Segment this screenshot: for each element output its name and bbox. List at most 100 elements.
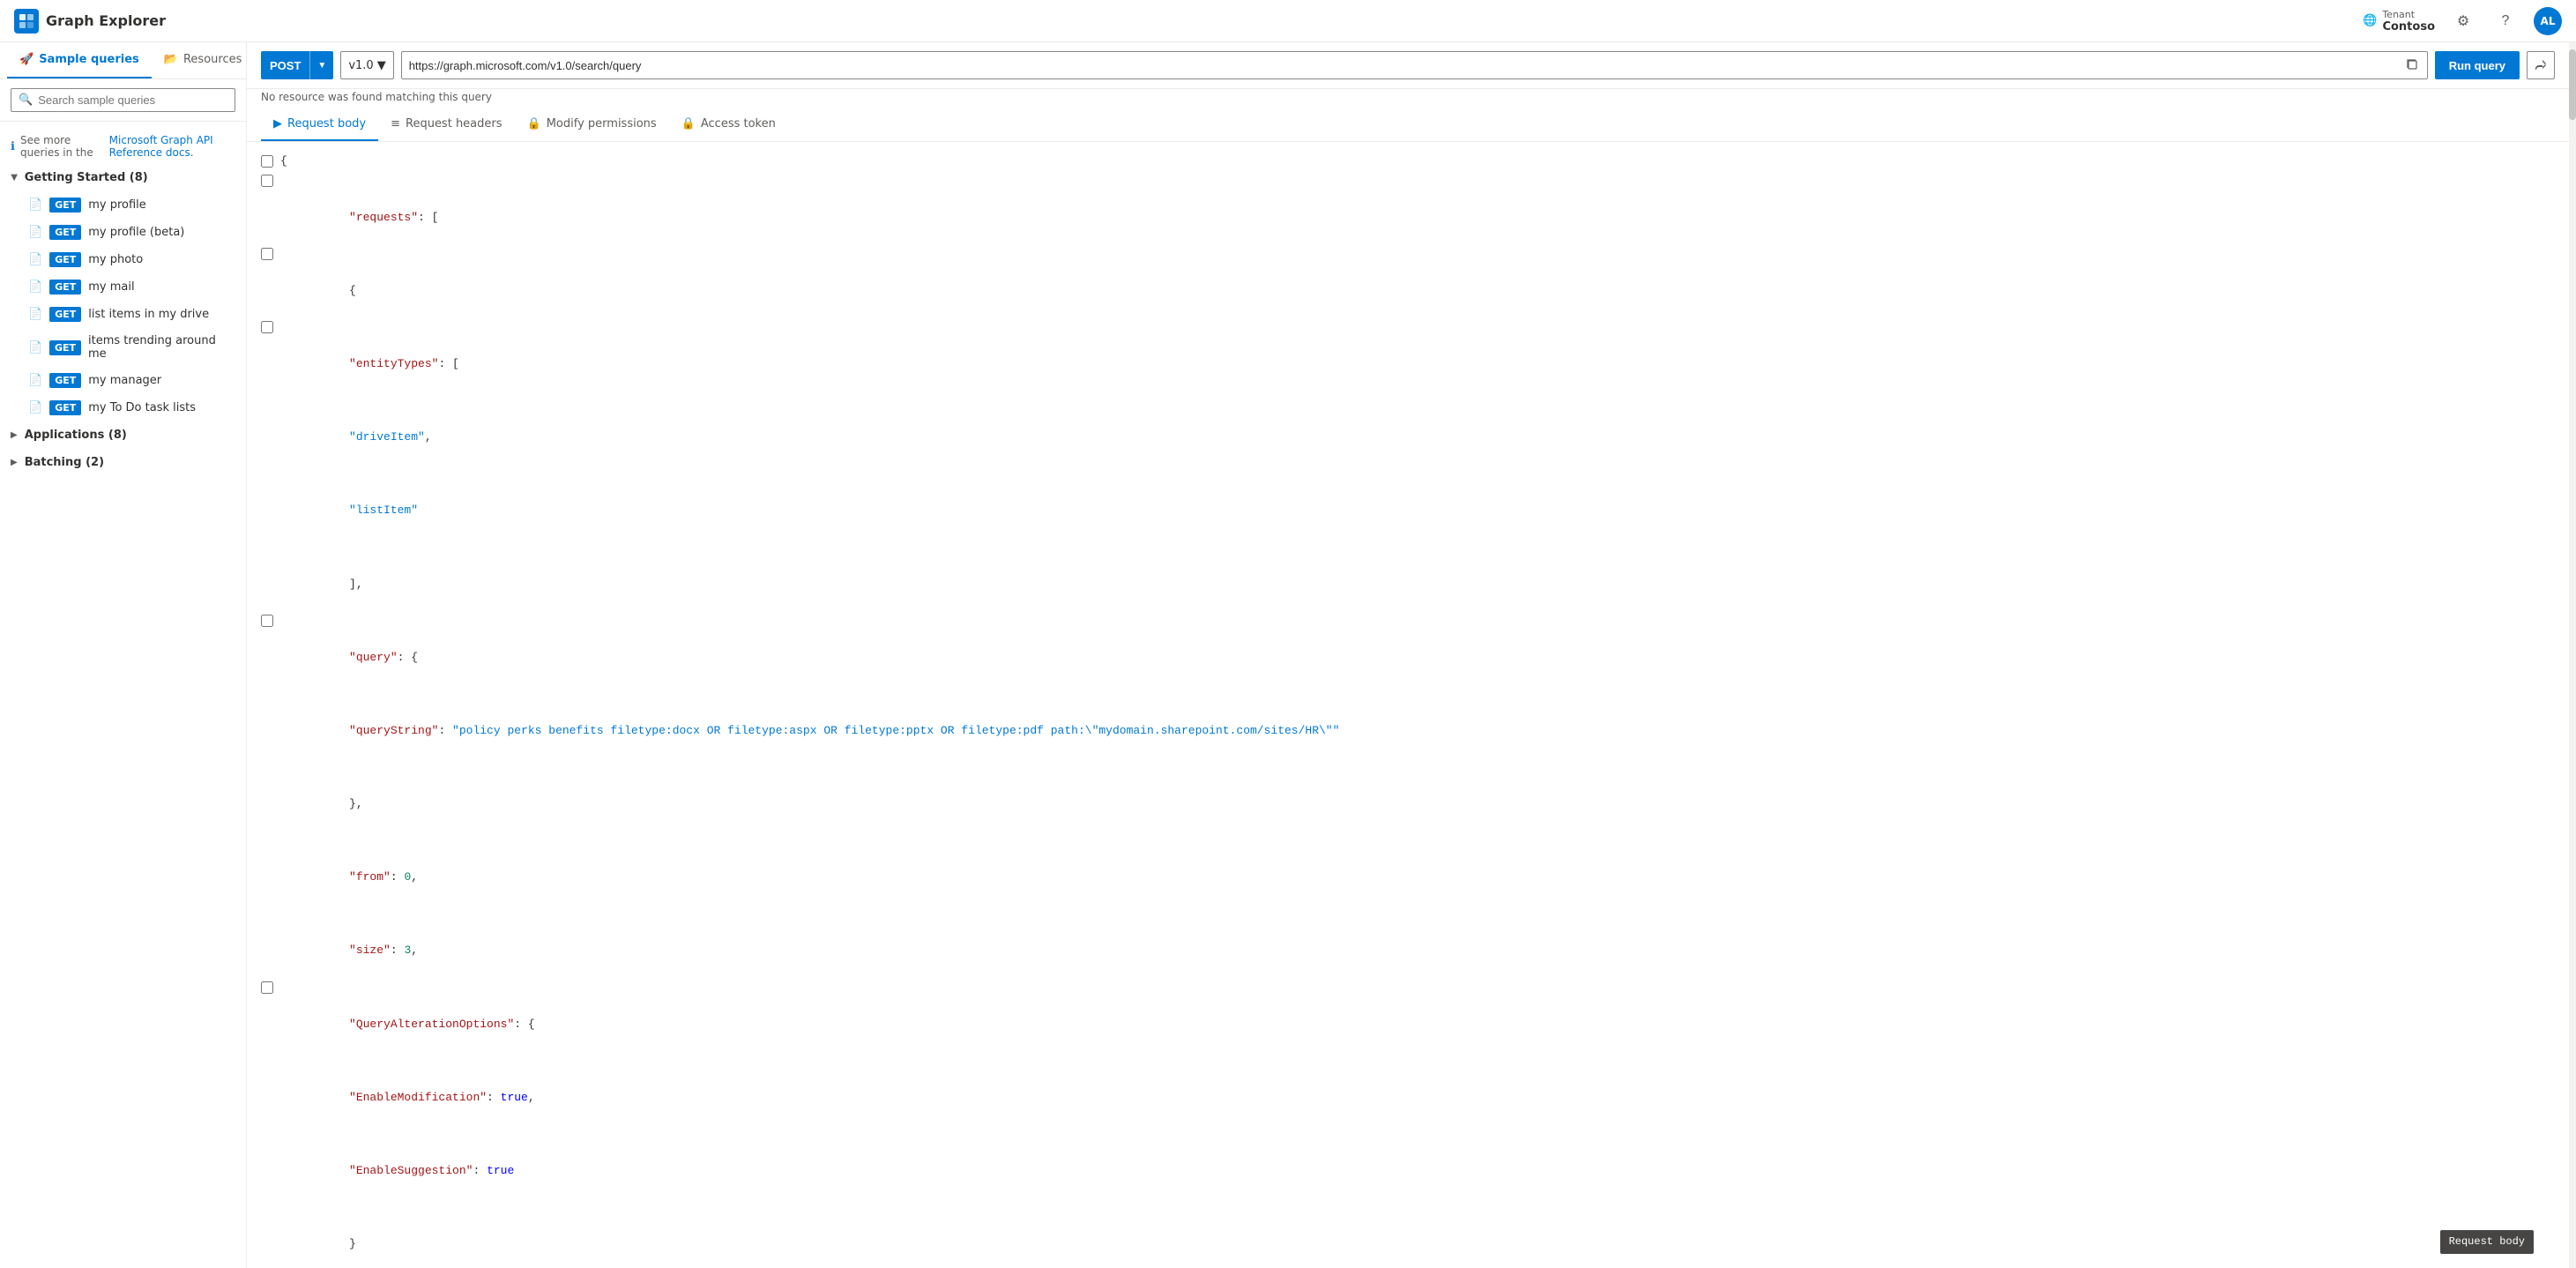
search-input[interactable]: [38, 93, 227, 107]
section-chevron-batching: ▶: [11, 458, 18, 467]
sidebar-search: 🔍: [0, 79, 246, 122]
topbar: Graph Explorer 🌐 Tenant Contoso ⚙ ? AL: [0, 0, 2576, 42]
section-getting-started-items: 📄 GET my profile 📄 GET my profile (beta)…: [0, 191, 246, 421]
resources-icon: 📂: [164, 53, 178, 66]
method-badge-3: GET: [49, 280, 81, 295]
url-input[interactable]: [409, 59, 2399, 72]
query-item-my-mail[interactable]: 📄 GET my mail: [0, 273, 246, 301]
version-dropdown-arrow: ▼: [377, 59, 386, 72]
section-applications[interactable]: ▶ Applications (8): [0, 421, 246, 449]
tenant-name: Contoso: [2382, 20, 2435, 34]
section-getting-started[interactable]: ▶ Getting Started (8): [0, 164, 246, 191]
section-chevron-getting-started: ▶: [9, 175, 19, 182]
tab-sample-queries[interactable]: 🚀 Sample queries: [7, 42, 152, 78]
access-token-icon: 🔒: [681, 117, 696, 131]
code-line-7: ],: [261, 539, 2555, 612]
code-line-2: "requests": [: [261, 172, 2555, 245]
query-item-list-items[interactable]: 📄 GET list items in my drive: [0, 301, 246, 328]
topbar-actions: 🌐 Tenant Contoso ⚙ ? AL: [2363, 7, 2562, 35]
code-checkbox-8[interactable]: [261, 615, 273, 627]
request-body-icon: ▶: [273, 117, 282, 131]
doc-icon-2: 📄: [28, 253, 42, 266]
doc-icon-3: 📄: [28, 280, 42, 294]
method-badge-7: GET: [49, 400, 81, 415]
content-area: POST ▼ v1.0 ▼ Run query: [247, 42, 2569, 1268]
code-checkbox-3[interactable]: [261, 248, 273, 260]
request-headers-icon: ≡: [391, 117, 400, 131]
code-line-1: {: [261, 153, 2555, 172]
sidebar-content: ℹ See more queries in the Microsoft Grap…: [0, 122, 246, 1268]
code-line-10: },: [261, 759, 2555, 832]
app-title: Graph Explorer: [46, 12, 166, 29]
tab-request-headers[interactable]: ≡ Request headers: [378, 108, 514, 141]
sidebar: 🚀 Sample queries 📂 Resources 🕐 History 🔍…: [0, 42, 247, 1268]
method-badge-5: GET: [49, 340, 81, 355]
code-line-15: "EnableSuggestion": true: [261, 1125, 2555, 1198]
code-line-6: "listItem": [261, 466, 2555, 539]
app-logo: Graph Explorer: [14, 9, 166, 34]
tab-resources[interactable]: 📂 Resources: [152, 42, 247, 78]
run-query-button[interactable]: Run query: [2435, 51, 2520, 79]
url-input-wrapper: [401, 51, 2428, 79]
code-line-9: "queryString": "policy perks benefits fi…: [261, 685, 2555, 758]
main-layout: 🚀 Sample queries 📂 Resources 🕐 History 🔍…: [0, 42, 2576, 1268]
query-bar: POST ▼ v1.0 ▼ Run query: [247, 42, 2569, 89]
query-item-my-manager[interactable]: 📄 GET my manager: [0, 367, 246, 394]
query-item-my-profile[interactable]: 📄 GET my profile: [0, 191, 246, 219]
code-line-12: "size": 3,: [261, 906, 2555, 979]
query-item-my-todo[interactable]: 📄 GET my To Do task lists: [0, 394, 246, 421]
method-label: POST: [261, 59, 309, 72]
code-line-16: }: [261, 1199, 2555, 1268]
tab-request-body[interactable]: ▶ Request body: [261, 108, 378, 141]
code-line-4: "entityTypes": [: [261, 318, 2555, 392]
version-selector[interactable]: v1.0 ▼: [340, 51, 393, 79]
doc-icon-1: 📄: [28, 226, 42, 239]
copy-url-button[interactable]: [2404, 56, 2420, 75]
tenant-info: 🌐 Tenant Contoso: [2363, 9, 2435, 34]
code-checkbox-13[interactable]: [261, 981, 273, 994]
method-dropdown-arrow: ▼: [309, 51, 333, 79]
method-badge-6: GET: [49, 373, 81, 388]
tab-modify-permissions[interactable]: 🔒 Modify permissions: [515, 108, 669, 141]
doc-icon-7: 📄: [28, 401, 42, 414]
method-badge-4: GET: [49, 307, 81, 322]
modify-permissions-icon: 🔒: [527, 117, 541, 131]
section-chevron-applications: ▶: [11, 430, 18, 440]
tab-access-token[interactable]: 🔒 Access token: [669, 108, 788, 141]
docs-link[interactable]: Microsoft Graph API Reference docs.: [109, 134, 235, 159]
query-item-my-photo[interactable]: 📄 GET my photo: [0, 246, 246, 273]
info-icon: ℹ: [11, 140, 15, 153]
code-checkbox-2[interactable]: [261, 175, 273, 187]
method-badge-2: GET: [49, 252, 81, 267]
method-badge-0: GET: [49, 198, 81, 213]
code-checkbox-4[interactable]: [261, 321, 273, 333]
doc-icon-4: 📄: [28, 308, 42, 321]
doc-icon-0: 📄: [28, 198, 42, 212]
code-editor: { "requests": [ {: [247, 142, 2569, 1268]
globe-icon: 🌐: [2363, 14, 2377, 27]
settings-button[interactable]: ⚙: [2449, 7, 2477, 35]
scrollbar-thumb: [2569, 49, 2576, 120]
panel-tabs: ▶ Request body ≡ Request headers 🔒 Modif…: [247, 108, 2569, 142]
code-token: {: [280, 153, 287, 171]
code-line-8: "query": {: [261, 612, 2555, 685]
help-button[interactable]: ?: [2491, 7, 2520, 35]
avatar[interactable]: AL: [2534, 7, 2562, 35]
search-icon: 🔍: [19, 93, 33, 107]
section-batching[interactable]: ▶ Batching (2): [0, 449, 246, 476]
tenant-label: Tenant: [2382, 9, 2435, 20]
code-line-11: "from": 0,: [261, 832, 2555, 906]
sidebar-tabs: 🚀 Sample queries 📂 Resources 🕐 History: [0, 42, 246, 79]
content-scrollbar[interactable]: [2569, 42, 2576, 1268]
search-box: 🔍: [11, 88, 235, 112]
query-status-bar: No resource was found matching this quer…: [247, 89, 2569, 108]
code-line-14: "EnableModification": true,: [261, 1052, 2555, 1125]
method-selector[interactable]: POST ▼: [261, 51, 333, 79]
doc-icon-6: 📄: [28, 374, 42, 387]
query-item-my-profile-beta[interactable]: 📄 GET my profile (beta): [0, 219, 246, 246]
code-checkbox-1[interactable]: [261, 155, 273, 168]
query-item-items-trending[interactable]: 📄 GET items trending around me: [0, 328, 246, 367]
code-line-5: "driveItem",: [261, 392, 2555, 466]
doc-icon-5: 📄: [28, 341, 42, 354]
share-button[interactable]: [2527, 51, 2555, 79]
